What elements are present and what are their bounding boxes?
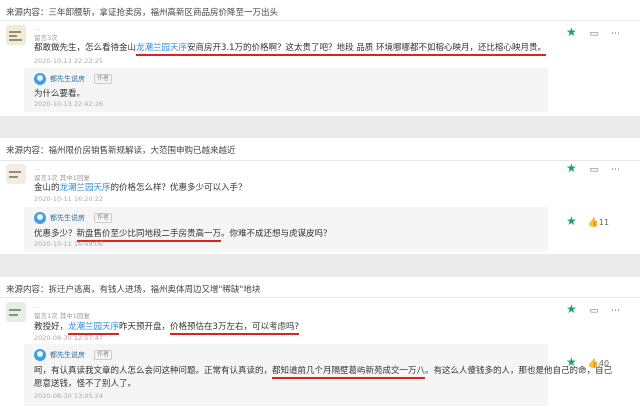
- comment-card-2: 来源内容：福州限价房销售新规解读，大范围申购已越来越近 ... 留言1次 其中1…: [0, 138, 640, 254]
- star-icon[interactable]: ★: [566, 25, 577, 39]
- comment-actions: ★ ▭ ⋯: [566, 303, 620, 317]
- divider: [0, 160, 640, 161]
- comment-time: 2020-10-11 16:20:22: [34, 195, 104, 203]
- reply-text-line2: 愿意送钱，怪不了别人了。: [34, 379, 137, 389]
- author-reply: 都先生说房 作者 优惠多少？新盘售价至少比同地段二手房贵高一万。你难不成还想与虎…: [24, 207, 548, 251]
- author-reply: 都先生说房 作者 呵，有认真读我文章的人怎么会问这种问题。正常有认真读的，都知道…: [24, 344, 612, 406]
- source-title-link[interactable]: 三年卸腰斩，拿证抢卖房，福州高新区商品房价降至一万出头: [49, 8, 279, 18]
- comment-icon[interactable]: ▭: [590, 29, 599, 39]
- author-badge: 作者: [94, 350, 113, 360]
- source-title-link[interactable]: 福州限价房销售新规解读，大范围申购已越来越近: [49, 146, 236, 156]
- reply-text: 呵，有认真读我文章的人怎么会问这种问题。正常有认真读的，都知道前几个月隔壁葛屿新…: [34, 364, 612, 379]
- property-link[interactable]: 龙潮兰园天序: [136, 43, 187, 53]
- reply-text: 为什么要看。: [34, 89, 86, 99]
- comment-card-3: 来源内容：拆迁户逃离，有钱人进场，福州奥体周边又增"稀缺"地块 ... 留言1次…: [0, 277, 640, 407]
- reply-time: 2020-10-11 16:49:06: [34, 240, 104, 248]
- divider: [0, 20, 640, 21]
- avatar[interactable]: [34, 212, 46, 224]
- avatar[interactable]: [6, 164, 26, 184]
- author-badge: 作者: [94, 213, 113, 223]
- comment-text: 都敢做先生，怎么看待金山龙潮兰园天序安商房开3.1万的价格啊？这太贵了吧？地段 …: [34, 41, 546, 56]
- more-icon[interactable]: ⋯: [611, 306, 620, 316]
- comment-meta: ...: [34, 164, 41, 172]
- comment-meta: ...: [34, 302, 41, 310]
- source-title-link[interactable]: 拆迁户逃离，有钱人进场，福州奥体周边又增"稀缺"地块: [49, 285, 261, 295]
- reply-time: 2020-10-13 22:42:26: [34, 100, 104, 108]
- like-count: 40: [598, 359, 610, 368]
- reply-actions: ★ 👍40: [566, 356, 609, 370]
- comment-count: 留言1次 其中1回复: [34, 312, 90, 320]
- more-icon[interactable]: ⋯: [611, 165, 620, 175]
- star-icon[interactable]: ★: [566, 302, 577, 316]
- avatar[interactable]: [34, 73, 46, 85]
- reply-time: 2020-08-30 13:05:24: [34, 392, 104, 400]
- comment-text: 金山的龙潮兰园天序的价格怎么样？优惠多少可以入手？: [34, 183, 247, 193]
- reply-author[interactable]: 都先生说房: [50, 350, 85, 360]
- avatar[interactable]: [34, 349, 46, 361]
- thumbs-up-icon[interactable]: 👍: [588, 218, 599, 228]
- comment-icon[interactable]: ▭: [590, 165, 599, 175]
- comment-text: 教授好，龙潮兰园天序昨天预开盘，价格预估在3万左右，可以考虑吗?: [34, 320, 299, 335]
- source-line: 来源内容：三年卸腰斩，拿证抢卖房，福州高新区商品房价降至一万出头: [6, 8, 279, 18]
- source-line: 来源内容：福州限价房销售新规解读，大范围申购已越来越近: [6, 146, 236, 156]
- avatar[interactable]: [6, 302, 26, 322]
- reply-text: 优惠多少？新盘售价至少比同地段二手房贵高一万。你难不成还想与虎谋皮吗？: [34, 227, 332, 242]
- thumbs-up-icon[interactable]: 👍: [588, 359, 599, 369]
- comment-time: 2020-08-30 12:57:47: [34, 334, 104, 342]
- reply-author[interactable]: 都先生说房: [50, 74, 85, 84]
- comment-actions: ★ ▭ ⋯: [566, 26, 620, 40]
- star-icon[interactable]: ★: [566, 161, 577, 175]
- author-reply: 都先生说房 作者 为什么要看。 2020-10-13 22:42:26: [24, 68, 548, 112]
- author-badge: 作者: [94, 74, 113, 84]
- star-icon[interactable]: ★: [566, 355, 577, 369]
- more-icon[interactable]: ⋯: [611, 29, 620, 39]
- divider: [0, 297, 640, 298]
- comment-time: 2020-10-13 22:22:25: [34, 57, 104, 65]
- like-count: 11: [598, 218, 610, 227]
- comment-card-1: 来源内容：三年卸腰斩，拿证抢卖房，福州高新区商品房价降至一万出头 ... 留言3…: [0, 0, 640, 116]
- avatar[interactable]: [6, 25, 26, 45]
- property-link[interactable]: 龙潮兰园天序: [60, 183, 111, 193]
- comment-actions: ★ ▭ ⋯: [566, 162, 620, 176]
- comment-icon[interactable]: ▭: [590, 306, 599, 316]
- reply-author[interactable]: 都先生说房: [50, 213, 85, 223]
- reply-actions: ★ 👍11: [566, 215, 609, 229]
- comment-meta: ...: [34, 24, 41, 32]
- source-line: 来源内容：拆迁户逃离，有钱人进场，福州奥体周边又增"稀缺"地块: [6, 285, 261, 295]
- star-icon[interactable]: ★: [566, 214, 577, 228]
